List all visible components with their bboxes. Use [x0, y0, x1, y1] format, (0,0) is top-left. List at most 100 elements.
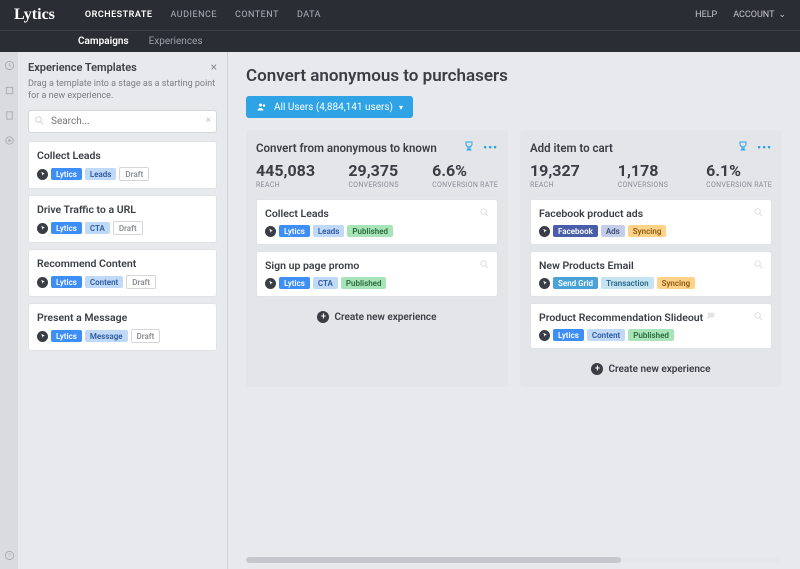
layers-icon[interactable]	[4, 85, 15, 96]
metric-label: CONVERSION RATE	[706, 181, 772, 189]
tag-lytics: Lytics	[279, 225, 310, 237]
tag-draft: Draft	[131, 329, 161, 343]
experience-card[interactable]: Collect LeadsLyticsLeadsPublished	[256, 199, 498, 245]
cursor-icon	[539, 226, 550, 237]
template-card[interactable]: Recommend ContentLyticsContentDraft	[28, 249, 217, 297]
metric-label: CONVERSIONS	[618, 181, 668, 189]
help-icon[interactable]: ?	[4, 550, 15, 561]
subnav-experiences[interactable]: Experiences	[149, 36, 203, 47]
stage-menu-icon[interactable]: •••	[757, 141, 772, 154]
tag-published: Published	[628, 329, 674, 341]
experience-card[interactable]: Facebook product adsFacebookAdsSyncing	[530, 199, 772, 245]
nav-content[interactable]: CONTENT	[235, 10, 279, 20]
brand-logo: Lytics	[14, 6, 55, 24]
experience-title: Product Recommendation Slideout	[539, 311, 763, 324]
nav-data[interactable]: DATA	[297, 10, 321, 20]
metric-value: 445,083	[256, 161, 315, 180]
metric-value: 6.6%	[432, 161, 498, 180]
scrollbar-thumb[interactable]	[246, 557, 621, 563]
experience-title: New Products Email	[539, 259, 763, 272]
cursor-icon	[37, 277, 48, 288]
plus-icon: +	[591, 363, 603, 375]
template-title: Recommend Content	[37, 257, 208, 270]
template-card[interactable]: Collect LeadsLyticsLeadsDraft	[28, 141, 217, 189]
experience-card[interactable]: Sign up page promoLyticsCTAPublished	[256, 251, 498, 297]
account-menu[interactable]: ACCOUNT ⌄	[733, 10, 786, 20]
tag-published: Published	[341, 277, 387, 289]
doc-icon[interactable]	[4, 110, 15, 121]
template-card[interactable]: Present a MessageLyticsMessageDraft	[28, 303, 217, 351]
target-icon[interactable]	[4, 135, 15, 146]
tag-leads: Leads	[313, 225, 345, 237]
trophy-icon[interactable]	[737, 140, 749, 155]
audience-label: All Users (4,884,141 users)	[274, 102, 393, 113]
users-icon	[256, 101, 268, 113]
search-input[interactable]	[28, 110, 217, 133]
inspect-icon[interactable]	[753, 311, 764, 322]
left-rail: ?	[0, 52, 18, 569]
horizontal-scrollbar[interactable]	[246, 557, 782, 563]
main-content: Convert anonymous to purchasers All User…	[228, 52, 800, 569]
trophy-icon[interactable]	[463, 140, 475, 155]
tag-syncing: Syncing	[657, 277, 696, 289]
create-label: Create new experience	[608, 364, 710, 375]
tag-sendgrid: Send Grid	[553, 277, 598, 289]
audience-selector[interactable]: All Users (4,884,141 users) ▾	[246, 96, 413, 118]
tag-leads: Leads	[85, 168, 117, 180]
experience-card[interactable]: New Products Email Send GridTransactionSy…	[530, 251, 772, 297]
tag-facebook: Facebook	[553, 225, 598, 237]
metric: 1,178CONVERSIONS	[618, 161, 668, 189]
cursor-icon	[265, 226, 276, 237]
tag-lytics: Lytics	[51, 276, 82, 288]
close-icon[interactable]: ×	[211, 60, 217, 74]
tag-lytics: Lytics	[51, 168, 82, 180]
cursor-icon	[539, 330, 550, 341]
template-title: Drive Traffic to a URL	[37, 203, 208, 216]
metric: 6.6%CONVERSION RATE	[432, 161, 498, 189]
top-nav: ORCHESTRATE AUDIENCE CONTENT DATA	[85, 10, 695, 20]
cursor-icon	[37, 169, 48, 180]
metric-label: REACH	[530, 181, 580, 189]
metric: 6.1%CONVERSION RATE	[706, 161, 772, 189]
inspect-icon[interactable]	[753, 259, 764, 270]
experience-title: Facebook product ads	[539, 207, 763, 220]
nav-orchestrate[interactable]: ORCHESTRATE	[85, 10, 153, 20]
clear-search-icon[interactable]: ×	[206, 115, 211, 126]
tag-ads: Ads	[601, 225, 625, 237]
metric-value: 6.1%	[706, 161, 772, 180]
tag-message: Message	[85, 330, 128, 342]
experience-card[interactable]: Product Recommendation SlideoutLyticsCon…	[530, 303, 772, 349]
tag-cta: CTA	[313, 277, 338, 289]
stage-column: Add item to cart•••19,327REACH1,178CONVE…	[520, 130, 782, 387]
comment-icon	[706, 311, 716, 321]
search-wrapper: ×	[28, 110, 217, 133]
clock-icon[interactable]	[4, 60, 15, 71]
sub-nav: Campaigns Experiences	[0, 30, 800, 52]
tag-content: Content	[85, 276, 123, 288]
create-experience-button[interactable]: + Create new experience	[256, 303, 498, 325]
template-title: Present a Message	[37, 311, 208, 324]
metric-label: CONVERSION RATE	[432, 181, 498, 189]
stage-menu-icon[interactable]: •••	[483, 141, 498, 154]
nav-audience[interactable]: AUDIENCE	[170, 10, 217, 20]
cursor-icon	[37, 331, 48, 342]
metric-value: 1,178	[618, 161, 668, 180]
template-card[interactable]: Drive Traffic to a URLLyticsCTADraft	[28, 195, 217, 243]
create-label: Create new experience	[334, 312, 436, 323]
inspect-icon[interactable]	[479, 207, 490, 218]
chevron-down-icon: ▾	[399, 103, 403, 112]
page-title: Convert anonymous to purchasers	[246, 66, 782, 86]
create-experience-button[interactable]: + Create new experience	[530, 355, 772, 377]
plus-icon: +	[317, 311, 329, 323]
tag-cta: CTA	[85, 222, 110, 234]
stage-column: Convert from anonymous to known•••445,08…	[246, 130, 508, 387]
template-title: Collect Leads	[37, 149, 208, 162]
cursor-icon	[539, 278, 550, 289]
help-link[interactable]: HELP	[695, 10, 717, 20]
experience-title: Sign up page promo	[265, 259, 489, 272]
inspect-icon[interactable]	[753, 207, 764, 218]
inspect-icon[interactable]	[479, 259, 490, 270]
metric-value: 29,375	[348, 161, 398, 180]
subnav-campaigns[interactable]: Campaigns	[78, 36, 129, 47]
tag-transaction: Transaction	[601, 277, 654, 289]
